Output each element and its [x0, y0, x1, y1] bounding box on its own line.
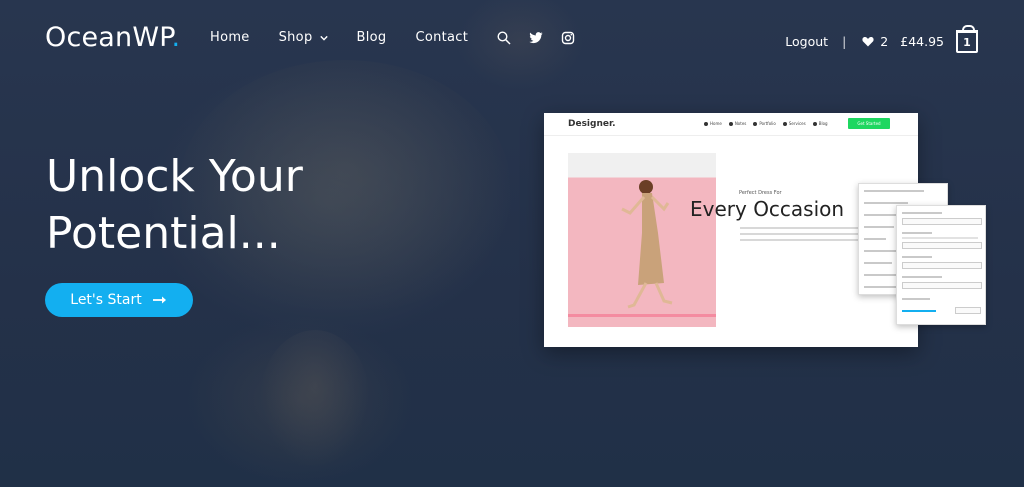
turtle-head-image — [260, 330, 370, 470]
twitter-icon[interactable] — [529, 31, 543, 45]
mockup-nav-item: Notes — [728, 121, 746, 126]
nav-item-label: Blog — [356, 30, 387, 45]
mockup-divider — [544, 135, 918, 136]
photo-floor-stripe — [568, 314, 716, 317]
arrow-right-icon — [152, 296, 166, 304]
chevron-down-icon — [319, 35, 328, 41]
wishlist-count: 2 — [880, 34, 889, 49]
cta-label: Let's Start — [70, 292, 142, 308]
nav-item-shop[interactable]: Shop — [279, 30, 328, 45]
mockup-logo: Designer. — [568, 119, 616, 129]
cart-count: 1 — [963, 35, 971, 49]
nav-item-label: Shop — [278, 30, 313, 45]
logo-text: OceanWP — [45, 22, 172, 53]
cart-icon[interactable]: 1 — [956, 25, 978, 53]
search-icon[interactable] — [497, 30, 511, 45]
woman-figure-illustration — [621, 180, 673, 309]
mockup-cta-button: Get Started — [848, 118, 890, 129]
instagram-icon[interactable] — [561, 31, 575, 45]
theme-preview-mockup: Designer. Home Notes Portfolio Services … — [544, 113, 986, 347]
mockup-hero-photo — [568, 153, 716, 327]
wishlist-link[interactable]: 2 — [862, 34, 888, 49]
header-separator: | — [842, 34, 847, 49]
customizer-panel-front — [896, 205, 986, 325]
mockup-text-line — [740, 239, 858, 241]
mockup-text-line — [740, 233, 858, 235]
nav-item-blog[interactable]: Blog — [357, 30, 387, 45]
nav-item-label: Home — [210, 30, 250, 45]
heart-icon — [862, 37, 874, 47]
logo-dot: . — [171, 22, 181, 53]
mockup-nav: Home Notes Portfolio Services Blog — [704, 121, 835, 126]
mockup-nav-item: Home — [704, 121, 722, 126]
lets-start-button[interactable]: Let's Start — [45, 283, 193, 317]
cart-total: £44.95 — [900, 34, 944, 49]
main-nav: Home Shop Blog Contact — [210, 30, 593, 45]
mockup-nav-item: Blog — [812, 121, 828, 126]
nav-item-label: Contact — [415, 30, 469, 45]
nav-item-home[interactable]: Home — [210, 30, 250, 45]
site-logo[interactable]: OceanWP. — [45, 22, 180, 53]
site-header: OceanWP. Home Shop Blog Contact Logout |… — [0, 0, 1024, 80]
mockup-kicker: Perfect Dress For — [739, 190, 782, 196]
logout-link[interactable]: Logout — [785, 34, 828, 49]
mockup-nav-item: Portfolio — [753, 121, 776, 126]
mockup-nav-item: Services — [782, 121, 806, 126]
nav-item-contact[interactable]: Contact — [415, 30, 468, 45]
mockup-text-line — [740, 227, 858, 229]
mockup-heading: Every Occasion — [690, 197, 845, 221]
hero-headline: Unlock Your Potential... — [46, 151, 303, 259]
header-account-area: Logout | 2 £44.95 1 — [785, 25, 978, 53]
